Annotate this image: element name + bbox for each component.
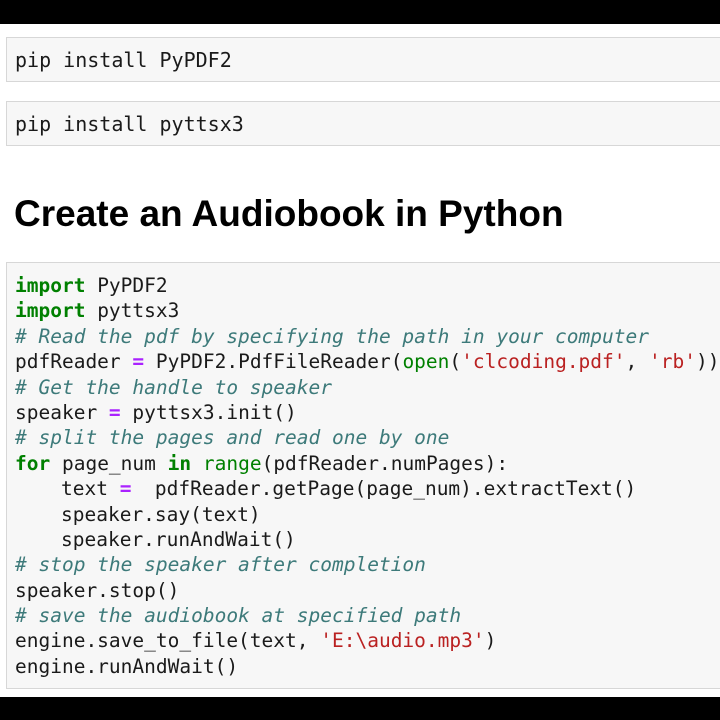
code-text: speaker.say(text) <box>61 502 261 526</box>
code-text: PyPDF2 <box>85 274 168 297</box>
code-block: import PyPDF2 import pyttsx3 # Read the … <box>15 273 719 679</box>
code-text: (pdfReader.numPages): <box>261 451 509 475</box>
string-literal: 'clcoding.pdf' <box>461 350 626 374</box>
code-line: speaker.say(text) <box>15 502 719 527</box>
code-text: pyttsx3.init() <box>120 400 297 424</box>
code-text: page_num <box>50 451 168 475</box>
code-line: import PyPDF2 <box>15 273 719 298</box>
code-text: speaker.runAndWait() <box>61 527 296 551</box>
code-cell-install-pyttsx3[interactable]: pip install pyttsx3 <box>6 101 720 146</box>
code-cell-audiobook[interactable]: import PyPDF2 import pyttsx3 # Read the … <box>6 262 720 689</box>
builtin: range <box>202 451 262 475</box>
code-comment: # split the pages and read one by one <box>15 426 450 450</box>
bottom-black-bar <box>0 697 720 720</box>
code-line: speaker = pyttsx3.init() <box>15 400 719 425</box>
operator: = <box>132 350 145 374</box>
code-text: PyPDF2.PdfFileReader( <box>144 350 403 374</box>
code-comment: # Read the pdf by specifying the path in… <box>15 324 649 348</box>
code-comment: # stop the speaker after completion <box>15 553 426 577</box>
keyword: import <box>15 299 86 323</box>
code-text: ( <box>449 350 462 374</box>
code-line: engine.save_to_file(text, 'E:\audio.mp3'… <box>15 628 719 653</box>
string-literal: 'E:\audio.mp3' <box>320 629 485 653</box>
code-text: ) <box>484 629 497 653</box>
code-text: engine.save_to_file(text, <box>15 629 321 653</box>
code-line: import pyttsx3 <box>15 298 719 323</box>
code-line: # split the pages and read one by one <box>15 425 719 450</box>
code-line: # Read the pdf by specifying the path in… <box>15 324 719 349</box>
code-line: speaker.stop() <box>15 578 719 603</box>
install-pypdf2-command: pip install PyPDF2 <box>15 48 232 72</box>
code-text: speaker.stop() <box>15 578 180 602</box>
keyword: for <box>15 451 51 475</box>
code-text: engine.runAndWait() <box>15 654 239 678</box>
code-text: , <box>625 350 650 374</box>
code-text: text <box>61 477 120 501</box>
code-comment: # save the audiobook at specified path <box>15 604 462 628</box>
code-line: # save the audiobook at specified path <box>15 603 719 628</box>
code-line: pdfReader = PyPDF2.PdfFileReader(open('c… <box>15 349 719 374</box>
builtin: open <box>402 350 450 374</box>
code-line: speaker.runAndWait() <box>15 527 719 552</box>
code-comment: # Get the handle to speaker <box>15 375 332 399</box>
code-text: speaker <box>15 400 109 424</box>
page-heading: Create an Audiobook in Python <box>14 193 564 234</box>
install-pyttsx3-command: pip install pyttsx3 <box>15 112 244 136</box>
code-line: engine.runAndWait() <box>15 654 719 679</box>
code-line: text = pdfReader.getPage(page_num).extra… <box>15 476 719 501</box>
operator: = <box>108 400 121 424</box>
top-black-bar <box>0 0 720 24</box>
keyword: import <box>15 274 86 297</box>
string-literal: 'rb' <box>649 350 696 374</box>
operator: = <box>119 477 132 501</box>
code-line: # stop the speaker after completion <box>15 552 719 577</box>
code-line: for page_num in range(pdfReader.numPages… <box>15 451 719 476</box>
code-line: # Get the handle to speaker <box>15 375 719 400</box>
code-text: )) <box>695 350 720 374</box>
code-cell-install-pypdf2[interactable]: pip install PyPDF2 <box>6 37 720 82</box>
code-text: pdfReader <box>15 350 133 374</box>
code-text: pdfReader.getPage(page_num).extractText(… <box>131 477 637 501</box>
code-text: pyttsx3 <box>85 299 180 323</box>
keyword: in <box>167 451 192 475</box>
